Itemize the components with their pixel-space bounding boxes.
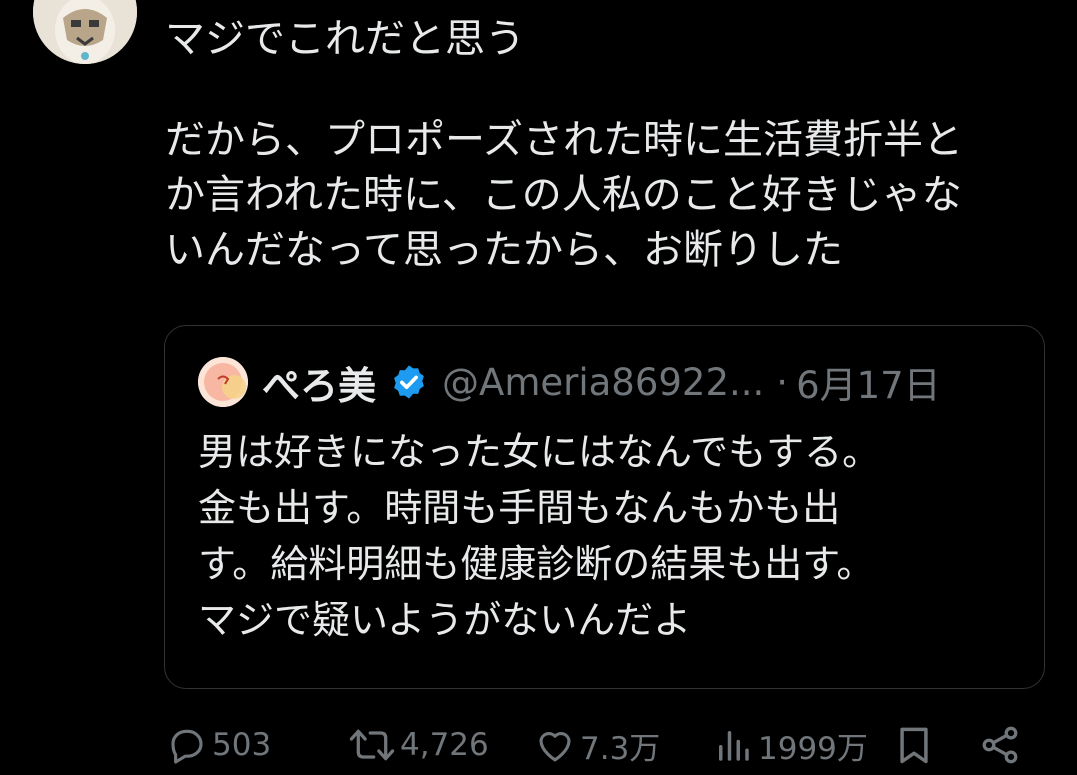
- quoted-tweet-line: す。給料明細も健康診断の結果も出す。: [198, 542, 875, 586]
- bookmark-button[interactable]: [892, 722, 936, 768]
- share-icon: [982, 726, 1018, 764]
- views-button[interactable]: 1999万: [712, 722, 868, 768]
- quoted-tweet-body: 男は好きになった女にはなんでもする。 金も出す。時間も手間もなんもかも出 す。給…: [198, 424, 998, 648]
- reply-icon: [171, 729, 203, 764]
- quoted-tweet-card[interactable]: ぺろ美 @Ameria86922... · 6月17日 男は好きになった女にはな…: [164, 325, 1045, 689]
- author-avatar-image: [33, 0, 137, 64]
- tweet-line: マジでこれだと思う: [165, 16, 525, 62]
- meta-separator: ·: [776, 360, 789, 404]
- tweet-body: マジでこれだと思う だから、プロポーズされた時に生活費折半と か言われた時に、こ…: [165, 12, 1055, 278]
- views-chart-icon: [719, 731, 749, 761]
- heart-icon: [539, 731, 571, 762]
- quoted-tweet-line: マジで疑いようがないんだよ: [198, 598, 692, 642]
- reply-button[interactable]: 503: [166, 722, 271, 768]
- quoted-tweet-line: 男は好きになった女にはなんでもする。: [198, 430, 881, 474]
- views-count: 1999万: [758, 730, 868, 767]
- tweet-page: マジでこれだと思う だから、プロポーズされた時に生活費折半と か言われた時に、こ…: [0, 0, 1077, 775]
- like-button[interactable]: 7.3万: [534, 722, 660, 768]
- quoted-tweet-date[interactable]: 6月17日: [796, 355, 941, 409]
- reply-count: 503: [212, 727, 272, 763]
- repost-button[interactable]: 4,726: [348, 722, 489, 768]
- quoted-author-avatar[interactable]: [198, 357, 248, 407]
- quoted-tweet-line: 金も出す。時間も手間もなんもかも出: [198, 486, 841, 530]
- repost-icon: [349, 729, 395, 761]
- quoted-author-handle[interactable]: @Ameria86922...: [442, 361, 764, 404]
- repost-count: 4,726: [400, 727, 489, 763]
- quoted-tweet-header: ぺろ美 @Ameria86922... · 6月17日: [198, 354, 941, 410]
- tweet-action-bar: 503 4,726 7.3万 1999万: [166, 722, 1026, 772]
- tweet-line: だから、プロポーズされた時に生活費折半と: [165, 117, 963, 163]
- share-button[interactable]: [978, 722, 1022, 768]
- tweet-line: いんだなって思ったから、お断りした: [165, 227, 843, 273]
- quoted-avatar-image: [198, 357, 248, 407]
- bookmark-icon: [900, 727, 928, 764]
- author-avatar[interactable]: [33, 0, 137, 64]
- quoted-author-name[interactable]: ぺろ美: [262, 355, 376, 410]
- verified-badge-icon: [390, 363, 428, 401]
- like-count: 7.3万: [580, 730, 661, 767]
- tweet-line: か言われた時に、この人私のこと好きじゃな: [165, 172, 962, 218]
